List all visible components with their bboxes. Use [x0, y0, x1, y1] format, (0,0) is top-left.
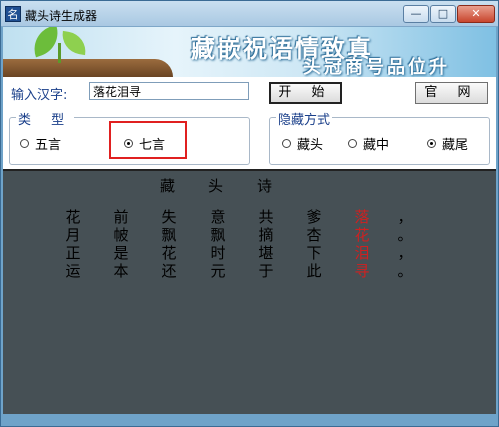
window-title: 藏头诗生成器	[25, 9, 98, 23]
radio-label: 藏尾	[442, 138, 469, 153]
poem-char: 时	[210, 244, 226, 262]
poem-title-char: 头	[208, 177, 224, 195]
poem-column: 意 飘 时 元	[208, 208, 228, 280]
punctuation-mark: 。	[397, 226, 413, 244]
poem-char: 元	[210, 262, 226, 280]
close-button[interactable]: ✕	[457, 5, 495, 23]
punctuation-column: ， 。 ， 。	[397, 208, 413, 280]
poem-char: 前	[113, 208, 129, 226]
poem-char: 花	[65, 208, 81, 226]
poem-char: 正	[65, 244, 81, 262]
minimize-button[interactable]: —	[403, 5, 429, 23]
poem-char: 本	[113, 262, 129, 280]
hidden-char: 花	[354, 226, 370, 244]
poem-char: 意	[210, 208, 226, 226]
poem-title-char: 藏	[160, 177, 176, 195]
punctuation-mark: 。	[397, 262, 413, 280]
chars-input[interactable]	[89, 82, 249, 100]
input-label: 输入汉字:	[11, 88, 68, 103]
poem-column: 失 飘 花 还	[159, 208, 179, 280]
punctuation-mark: ，	[397, 244, 413, 262]
hidden-char: 寻	[354, 262, 370, 280]
poem-char: 堪	[258, 244, 274, 262]
poem-char: 运	[65, 262, 81, 280]
poem-char: 飘	[161, 226, 177, 244]
banner-image: 藏嵌祝语情致真 头冠商号品位升	[3, 27, 496, 77]
hidden-char: 泪	[354, 244, 370, 262]
poem-char: 是	[113, 244, 129, 262]
sprout-stem	[58, 43, 61, 63]
poem-char: 摘	[258, 226, 274, 244]
bottom-frame	[3, 414, 496, 426]
radio-label: 藏中	[363, 138, 390, 153]
radio-label: 五言	[35, 138, 62, 153]
hidden-chars-column: 落 花 泪 寻	[352, 208, 372, 280]
official-site-button[interactable]: 官 网	[415, 82, 488, 104]
type-group-legend: 类 型	[16, 109, 75, 128]
punctuation-mark: ，	[397, 208, 413, 226]
radio-dot-selected-icon	[427, 139, 436, 148]
radio-dot-icon	[348, 139, 357, 148]
poem-char: 花	[161, 244, 177, 262]
poem-char: 失	[161, 208, 177, 226]
hide-mode-group: 隐藏方式 藏头 藏中 藏尾	[269, 109, 490, 165]
radio-hide-middle[interactable]: 藏中	[348, 134, 389, 153]
poem-char: 爹	[306, 208, 322, 226]
poem-title-char: 诗	[257, 177, 273, 195]
poem-output-panel: 藏 头 诗 花 月 正 运 前 帔 是 本 失 飘 花 还 意 飘 时 元 共	[3, 169, 496, 414]
poem-column: 共 摘 堪 于	[256, 208, 276, 280]
poem-char: 共	[258, 208, 274, 226]
poem-column: 爹 杏 下 此	[304, 208, 324, 280]
soil-decoration	[3, 59, 173, 77]
banner-subtitle: 头冠商号品位升	[303, 57, 450, 77]
radio-five-char[interactable]: 五言	[20, 134, 61, 153]
poem-char: 帔	[113, 226, 129, 244]
app-icon: 名	[5, 6, 21, 22]
poem-column: 花 月 正 运	[63, 208, 83, 280]
poem-char: 还	[161, 262, 177, 280]
title-bar[interactable]: 名 藏头诗生成器 — □ ✕	[1, 1, 498, 27]
input-form: 输入汉字: 开 始 官 网 类 型 五言 七言 隐藏方式 藏头 藏中	[3, 77, 496, 169]
radio-hide-tail[interactable]: 藏尾	[427, 134, 468, 153]
poem-char: 飘	[210, 226, 226, 244]
selection-highlight-box	[109, 121, 187, 159]
poem-char: 下	[306, 244, 322, 262]
hide-mode-legend: 隐藏方式	[276, 109, 333, 128]
poem-column: 前 帔 是 本	[111, 208, 131, 280]
poem-char: 杏	[306, 226, 322, 244]
radio-hide-head[interactable]: 藏头	[282, 134, 323, 153]
radio-dot-icon	[282, 139, 291, 148]
poem-char: 于	[258, 262, 274, 280]
app-window: 名 藏头诗生成器 — □ ✕ 藏嵌祝语情致真 头冠商号品位升 输入汉字: 开 始…	[0, 0, 499, 427]
poem-char: 月	[65, 226, 81, 244]
poem-char: 此	[306, 262, 322, 280]
radio-dot-icon	[20, 139, 29, 148]
leaf-icon	[59, 30, 89, 56]
hidden-char: 落	[354, 208, 370, 226]
start-button[interactable]: 开 始	[269, 82, 342, 104]
maximize-button[interactable]: □	[430, 5, 456, 23]
radio-label: 藏头	[297, 138, 324, 153]
